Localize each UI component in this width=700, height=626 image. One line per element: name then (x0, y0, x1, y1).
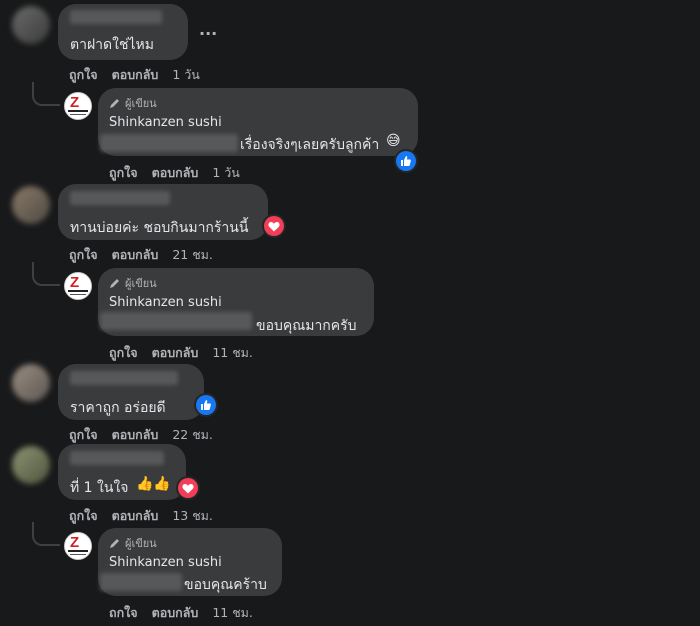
page-avatar-logo[interactable]: Z (64, 92, 92, 120)
reply-link[interactable]: ตอบกลับ (152, 345, 199, 360)
comment-timestamp[interactable]: 21 ชม. (172, 247, 213, 262)
reply-timestamp[interactable]: 1 วัน (212, 165, 240, 180)
comment-text: ราคาถูก อร่อยดี (70, 400, 166, 416)
page-name[interactable]: Shinkanzen sushi (109, 295, 222, 310)
comment-actions: ถูกใจ ตอบกลับ 13 ชม. (69, 506, 227, 526)
reply-timestamp[interactable]: 11 ชม. (212, 345, 253, 360)
like-link[interactable]: ถูกใจ (69, 427, 98, 442)
reply-link[interactable]: ตอบกลับ (112, 427, 159, 442)
like-reaction-icon[interactable] (196, 395, 216, 415)
reply-link[interactable]: ตอบกลับ (112, 508, 159, 523)
love-reaction-icon[interactable] (178, 478, 198, 498)
reply-link[interactable]: ตอบกลับ (112, 67, 159, 82)
pencil-icon (110, 539, 119, 548)
more-options-button[interactable]: ... (199, 20, 217, 39)
like-link[interactable]: ถูกใจ (109, 165, 138, 180)
tagged-name-blurred[interactable] (100, 312, 252, 330)
like-reaction-icon[interactable] (396, 151, 416, 171)
comment-actions: ถูกใจ ตอบกลับ 21 ชม. (69, 245, 227, 265)
thread-connector-line (32, 522, 60, 546)
page-avatar-logo[interactable]: Z (64, 532, 92, 560)
reply-link[interactable]: ตอบกลับ (152, 605, 199, 620)
reply-link[interactable]: ตอบกลับ (112, 247, 159, 262)
commenter-name-blurred[interactable] (70, 371, 178, 385)
comment-text: ทานบ่อยค่ะ ชอบกินมากร้านนี้ (70, 220, 249, 236)
pencil-icon (110, 99, 119, 108)
author-badge-label: ผู้เขียน (125, 277, 157, 290)
reply-actions: ถูกใจ ตอบกลับ 1 วัน (109, 163, 254, 183)
author-badge: ผู้เขียน (109, 94, 157, 112)
comment-text: ที่ 1 ในใจ (70, 480, 129, 496)
page-avatar-logo[interactable]: Z (64, 272, 92, 300)
like-link[interactable]: ถูกใจ (109, 345, 138, 360)
author-badge: ผู้เขียน (109, 534, 157, 552)
reply-text: ขอบคุณคร้าบ (184, 577, 267, 593)
like-link[interactable]: ถกใจ (109, 605, 138, 620)
reply-actions: ถกใจ ตอบกลับ 11 ชม. (109, 603, 267, 623)
commenter-name-blurred[interactable] (70, 191, 170, 205)
commenter-avatar[interactable] (12, 446, 50, 484)
reply-actions: ถูกใจ ตอบกลับ 11 ชม. (109, 343, 267, 363)
page-name[interactable]: Shinkanzen sushi (109, 115, 222, 130)
comment-text: ตาฝาดใช่ไหม (70, 37, 154, 53)
author-badge-label: ผู้เขียน (125, 97, 157, 110)
reply-timestamp[interactable]: 11 ชม. (212, 605, 253, 620)
like-link[interactable]: ถูกใจ (69, 247, 98, 262)
thread-connector-line (32, 262, 60, 286)
reply-text: เรื่องจริงๆเลยครับลูกค้า (240, 137, 380, 153)
commenter-avatar[interactable] (12, 364, 50, 402)
commenter-name-blurred[interactable] (70, 10, 162, 24)
commenter-avatar[interactable] (12, 6, 50, 44)
like-link[interactable]: ถูกใจ (69, 67, 98, 82)
reply-link[interactable]: ตอบกลับ (152, 165, 199, 180)
author-badge-label: ผู้เขียน (125, 537, 157, 550)
thread-connector-line (32, 82, 60, 106)
sweat-smile-emoji: 😅 (386, 133, 401, 149)
pencil-icon (110, 279, 119, 288)
commenter-avatar[interactable] (12, 186, 50, 224)
comment-actions: ถูกใจ ตอบกลับ 22 ชม. (69, 425, 227, 445)
love-reaction-icon[interactable] (264, 216, 284, 236)
page-name[interactable]: Shinkanzen sushi (109, 555, 222, 570)
reply-text: ขอบคุณมากครับ (256, 318, 357, 334)
comment-timestamp[interactable]: 22 ชม. (172, 427, 213, 442)
tagged-name-blurred[interactable] (100, 573, 182, 591)
comment-timestamp[interactable]: 13 ชม. (172, 508, 213, 523)
comment-timestamp[interactable]: 1 วัน (172, 67, 200, 82)
tagged-name-blurred[interactable] (100, 134, 238, 152)
commenter-name-blurred[interactable] (70, 451, 164, 465)
author-badge: ผู้เขียน (109, 274, 157, 292)
like-link[interactable]: ถูกใจ (69, 508, 98, 523)
comment-actions: ถูกใจ ตอบกลับ 1 วัน (69, 65, 214, 85)
thumbs-up-emoji: 👍👍 (136, 476, 171, 492)
